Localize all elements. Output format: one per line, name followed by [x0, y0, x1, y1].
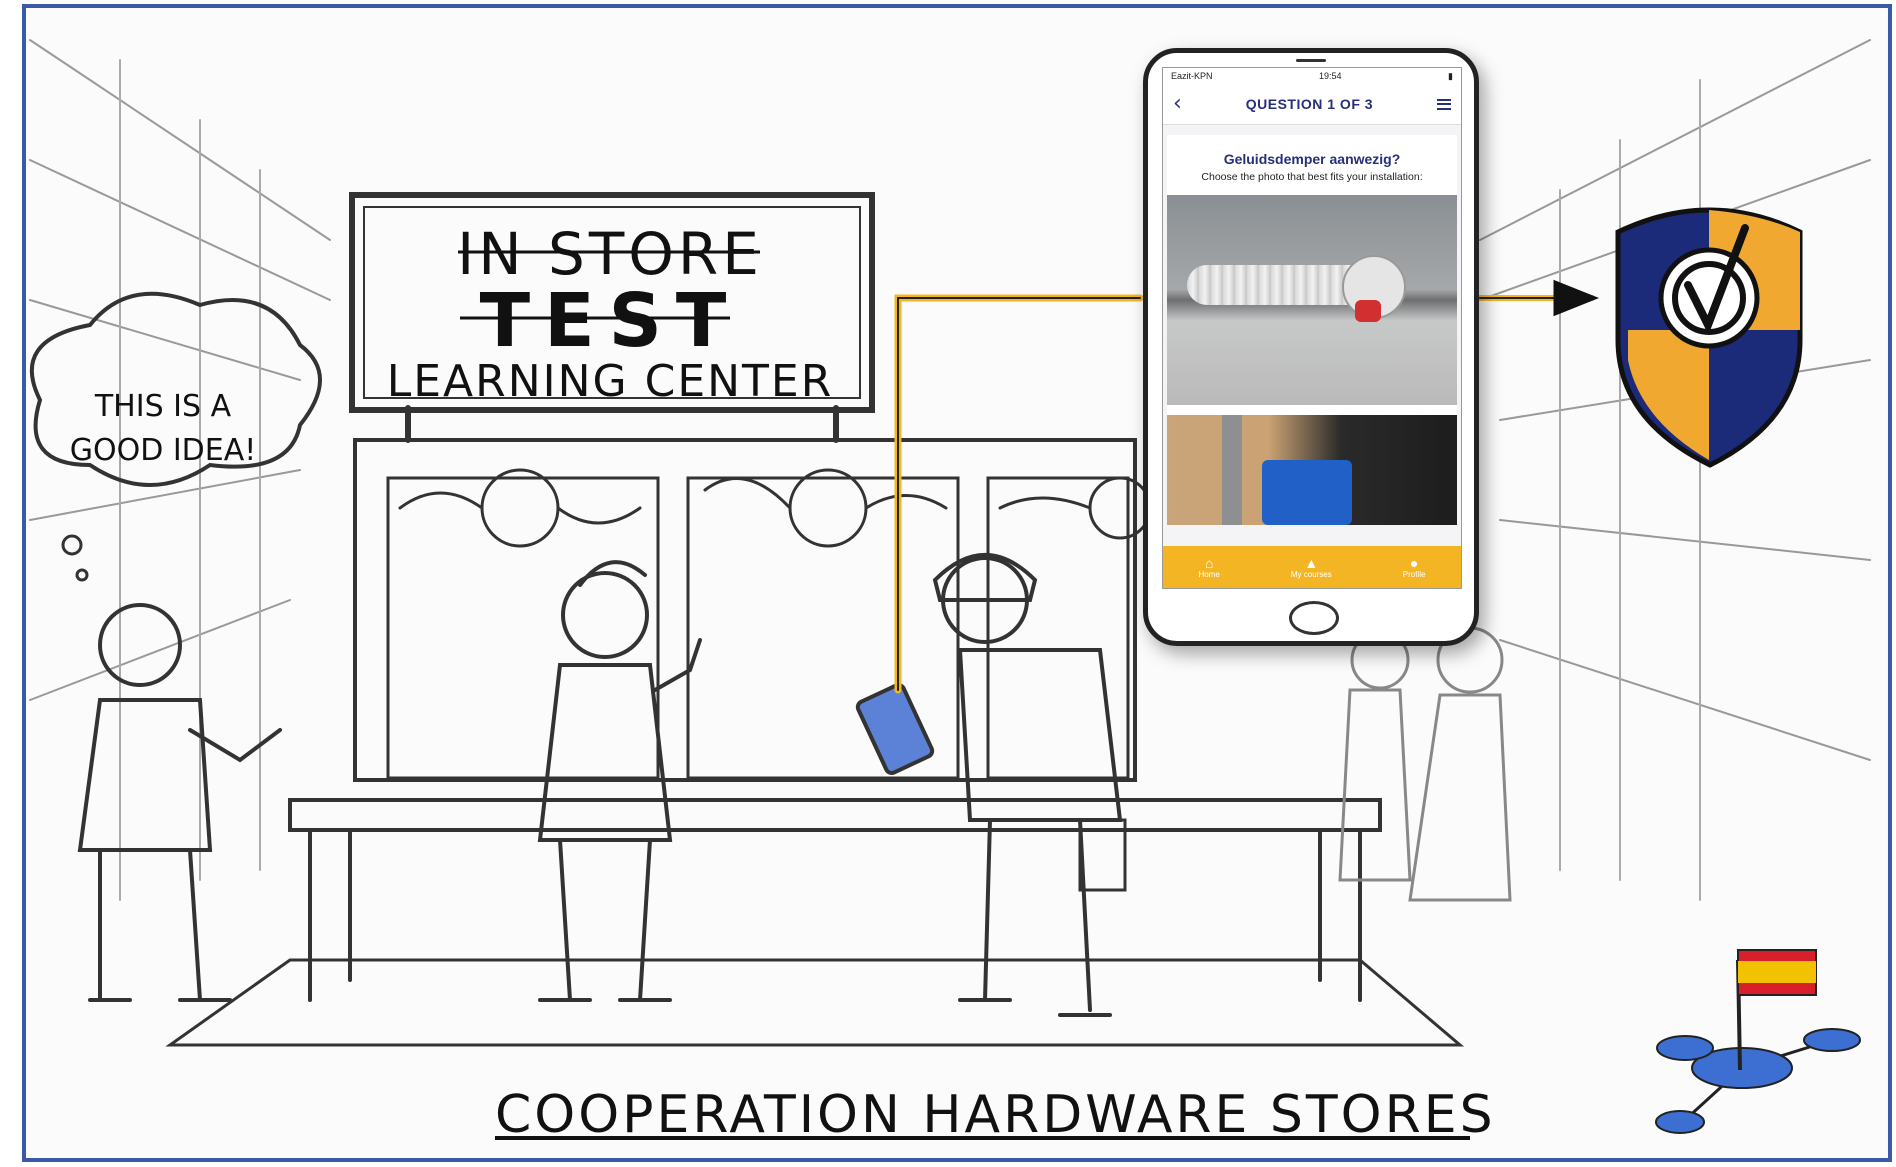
- sign-line-test: TEST: [479, 278, 741, 364]
- caption-cooperation: COOPERATION HARDWARE STORES: [495, 1085, 1496, 1145]
- blue-unit-image: [1262, 460, 1352, 525]
- phone-speaker: [1296, 59, 1326, 62]
- home-icon: ⌂: [1204, 554, 1214, 571]
- tab-home-label: Home: [1198, 569, 1220, 579]
- answer-photo-option-2[interactable]: [1167, 415, 1457, 525]
- app-header: ‹ QUESTION 1 OF 3: [1163, 84, 1461, 125]
- bottom-tab-bar: ⌂ Home ▲ My courses ● Profile: [1163, 546, 1461, 588]
- speech-line-2: GOOD IDEA!: [69, 433, 257, 468]
- battery-icon: ▮: [1448, 70, 1453, 81]
- tab-profile-label: Profile: [1402, 569, 1426, 579]
- speech-line-1: THIS IS A: [94, 389, 232, 424]
- question-text: Geluidsdemper aanwezig?: [1223, 151, 1401, 167]
- grey-pipe-image: [1222, 415, 1242, 525]
- status-bar: Eazit-KPN 19:54 ▮: [1163, 68, 1461, 84]
- smartphone-mockup: Eazit-KPN 19:54 ▮ ‹ QUESTION 1 OF 3 Gelu…: [1143, 48, 1479, 646]
- clock-label: 19:54: [1319, 71, 1342, 81]
- sign-line-learning-center: LEARNING CENTER: [386, 356, 834, 407]
- question-instruction: Choose the photo that best fits your ins…: [1201, 171, 1423, 183]
- store-sketch-scene: [29, 39, 1871, 1140]
- carrier-label: Eazit-KPN: [1171, 71, 1213, 81]
- graduation-cap-icon: ▲: [1304, 554, 1319, 571]
- hamburger-menu-icon[interactable]: [1437, 98, 1451, 110]
- tab-home[interactable]: ⌂ Home: [1199, 556, 1220, 579]
- network-diagram: [1655, 949, 1861, 1134]
- tab-my-courses-label: My courses: [1290, 569, 1332, 579]
- tab-profile[interactable]: ● Profile: [1403, 556, 1426, 579]
- answer-photo-option-1[interactable]: [1167, 195, 1457, 405]
- phone-screen: Eazit-KPN 19:54 ▮ ‹ QUESTION 1 OF 3 Gelu…: [1162, 67, 1462, 589]
- tab-my-courses[interactable]: ▲ My courses: [1291, 556, 1332, 579]
- back-arrow-icon[interactable]: ‹: [1173, 93, 1182, 115]
- shield-logo: [1615, 207, 1803, 468]
- red-cap-image: [1355, 300, 1381, 322]
- question-card: Geluidsdemper aanwezig? Choose the photo…: [1167, 135, 1457, 525]
- home-button[interactable]: [1289, 601, 1339, 635]
- question-counter-title: QUESTION 1 OF 3: [1245, 96, 1374, 112]
- speech-bubble-text: THIS IS A GOOD IDEA!: [38, 385, 288, 473]
- user-icon: ●: [1409, 554, 1419, 571]
